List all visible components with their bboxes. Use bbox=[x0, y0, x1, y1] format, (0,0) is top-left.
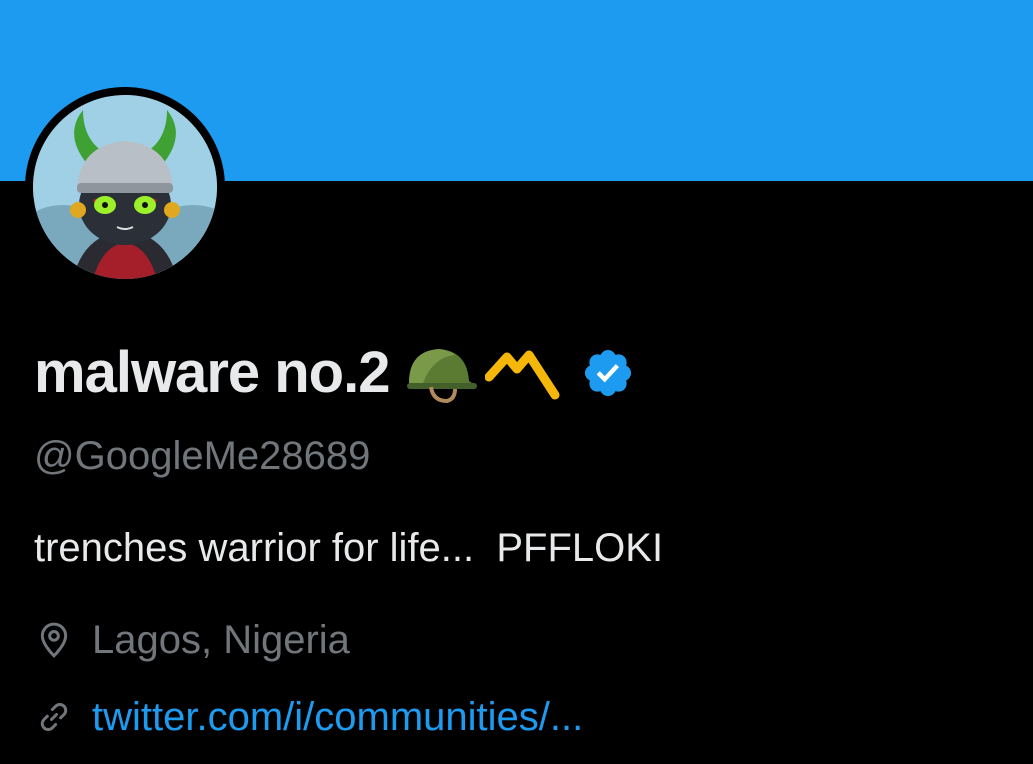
avatar-image bbox=[33, 95, 217, 279]
name-row: malware no.2 bbox=[34, 333, 635, 413]
profile-handle: @GoogleMe28689 bbox=[34, 434, 371, 478]
location-pin-icon bbox=[34, 620, 74, 660]
website-row: twitter.com/i/communities/... bbox=[34, 697, 583, 737]
yellow-chart-line-symbol bbox=[485, 343, 561, 403]
profile-avatar[interactable] bbox=[25, 87, 225, 287]
location-text: Lagos, Nigeria bbox=[92, 618, 350, 662]
profile-bio: trenches warrior for life... PFFLOKI bbox=[34, 526, 664, 570]
link-icon bbox=[34, 697, 74, 737]
verified-badge-icon[interactable] bbox=[581, 346, 635, 400]
location-row: Lagos, Nigeria bbox=[34, 620, 350, 660]
display-name: malware no.2 bbox=[34, 340, 390, 405]
website-link[interactable]: twitter.com/i/communities/... bbox=[92, 697, 583, 737]
military-helmet-emoji bbox=[403, 343, 479, 403]
